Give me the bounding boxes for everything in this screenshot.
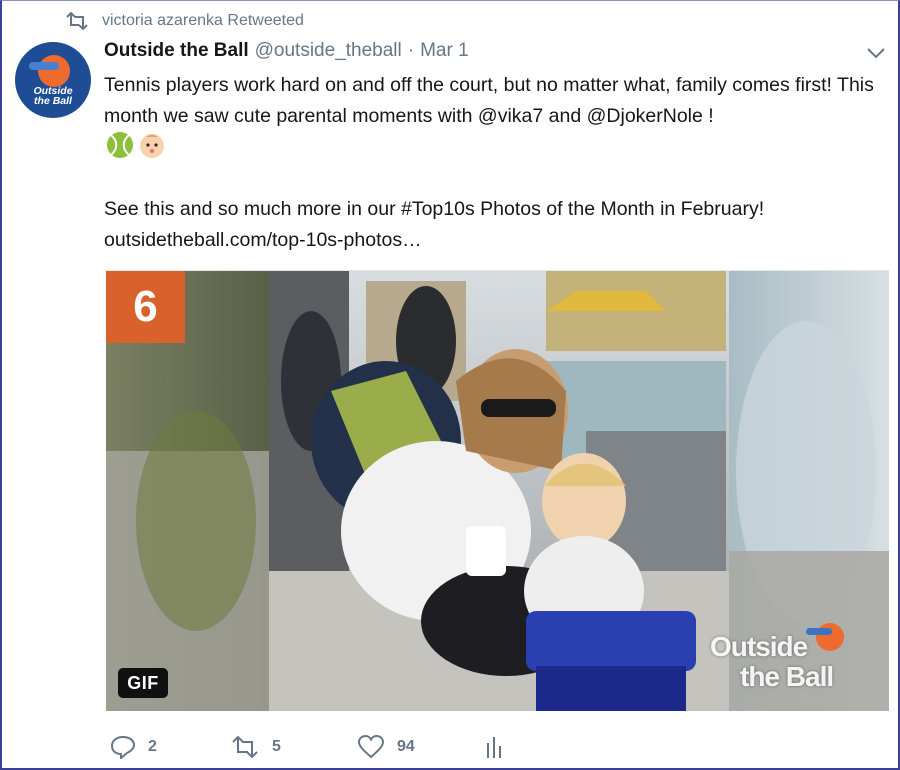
retweet-button[interactable]: 5	[230, 732, 281, 762]
tweet-link[interactable]: outsidetheball.com/top-10s-photos…	[104, 225, 894, 256]
emoji-row	[106, 131, 166, 159]
tweet-text-line2: See this and so much more in our #Top10s…	[104, 194, 894, 256]
retweet-count: 5	[272, 738, 281, 755]
heart-icon	[357, 735, 385, 759]
tweet-text-line1: Tennis players work hard on and off the …	[104, 74, 874, 127]
retweet-icon	[232, 736, 258, 758]
chevron-down-icon[interactable]	[864, 44, 888, 62]
avatar-text-line2: the Ball	[34, 95, 72, 107]
avatar[interactable]: Outside the Ball	[15, 42, 91, 118]
separator-dot: ·	[407, 40, 415, 61]
analytics-button[interactable]	[484, 732, 516, 762]
retweet-context[interactable]: victoria azarenka Retweeted	[64, 10, 304, 32]
retweet-icon	[66, 12, 88, 30]
cap-bill-icon	[29, 62, 59, 70]
reply-icon	[110, 735, 136, 759]
tweet-header: Outside the Ball @outside_theball · Mar …	[104, 40, 469, 66]
reply-button[interactable]: 2	[110, 732, 157, 762]
watermark-line2: the Ball	[740, 661, 834, 692]
avatar-text: Outside the Ball	[15, 86, 91, 107]
cap-logo-icon	[38, 55, 70, 87]
reply-count: 2	[148, 738, 157, 755]
watermark-logo: Outside the Ball	[710, 632, 860, 694]
like-button[interactable]: 94	[357, 732, 415, 762]
analytics-icon	[487, 737, 501, 758]
retweet-context-text: victoria azarenka Retweeted	[102, 12, 304, 29]
watermark-line1: Outside	[710, 631, 808, 662]
gif-badge: GIF	[118, 668, 168, 698]
handle[interactable]: @outside_theball	[255, 40, 402, 62]
display-name[interactable]: Outside the Ball	[104, 40, 249, 62]
tweet-text-line2-content: See this and so much more in our #Top10s…	[104, 198, 765, 220]
rank-badge: 6	[106, 271, 185, 343]
like-count: 94	[397, 738, 415, 755]
tweet-actions: 2 5 94	[106, 732, 526, 762]
baby-emoji	[140, 134, 164, 158]
tweet-date[interactable]: Mar 1	[420, 40, 469, 62]
media-gif[interactable]: 6 GIF Outside the Ball	[106, 270, 889, 711]
tennis-ball-emoji	[107, 132, 133, 158]
